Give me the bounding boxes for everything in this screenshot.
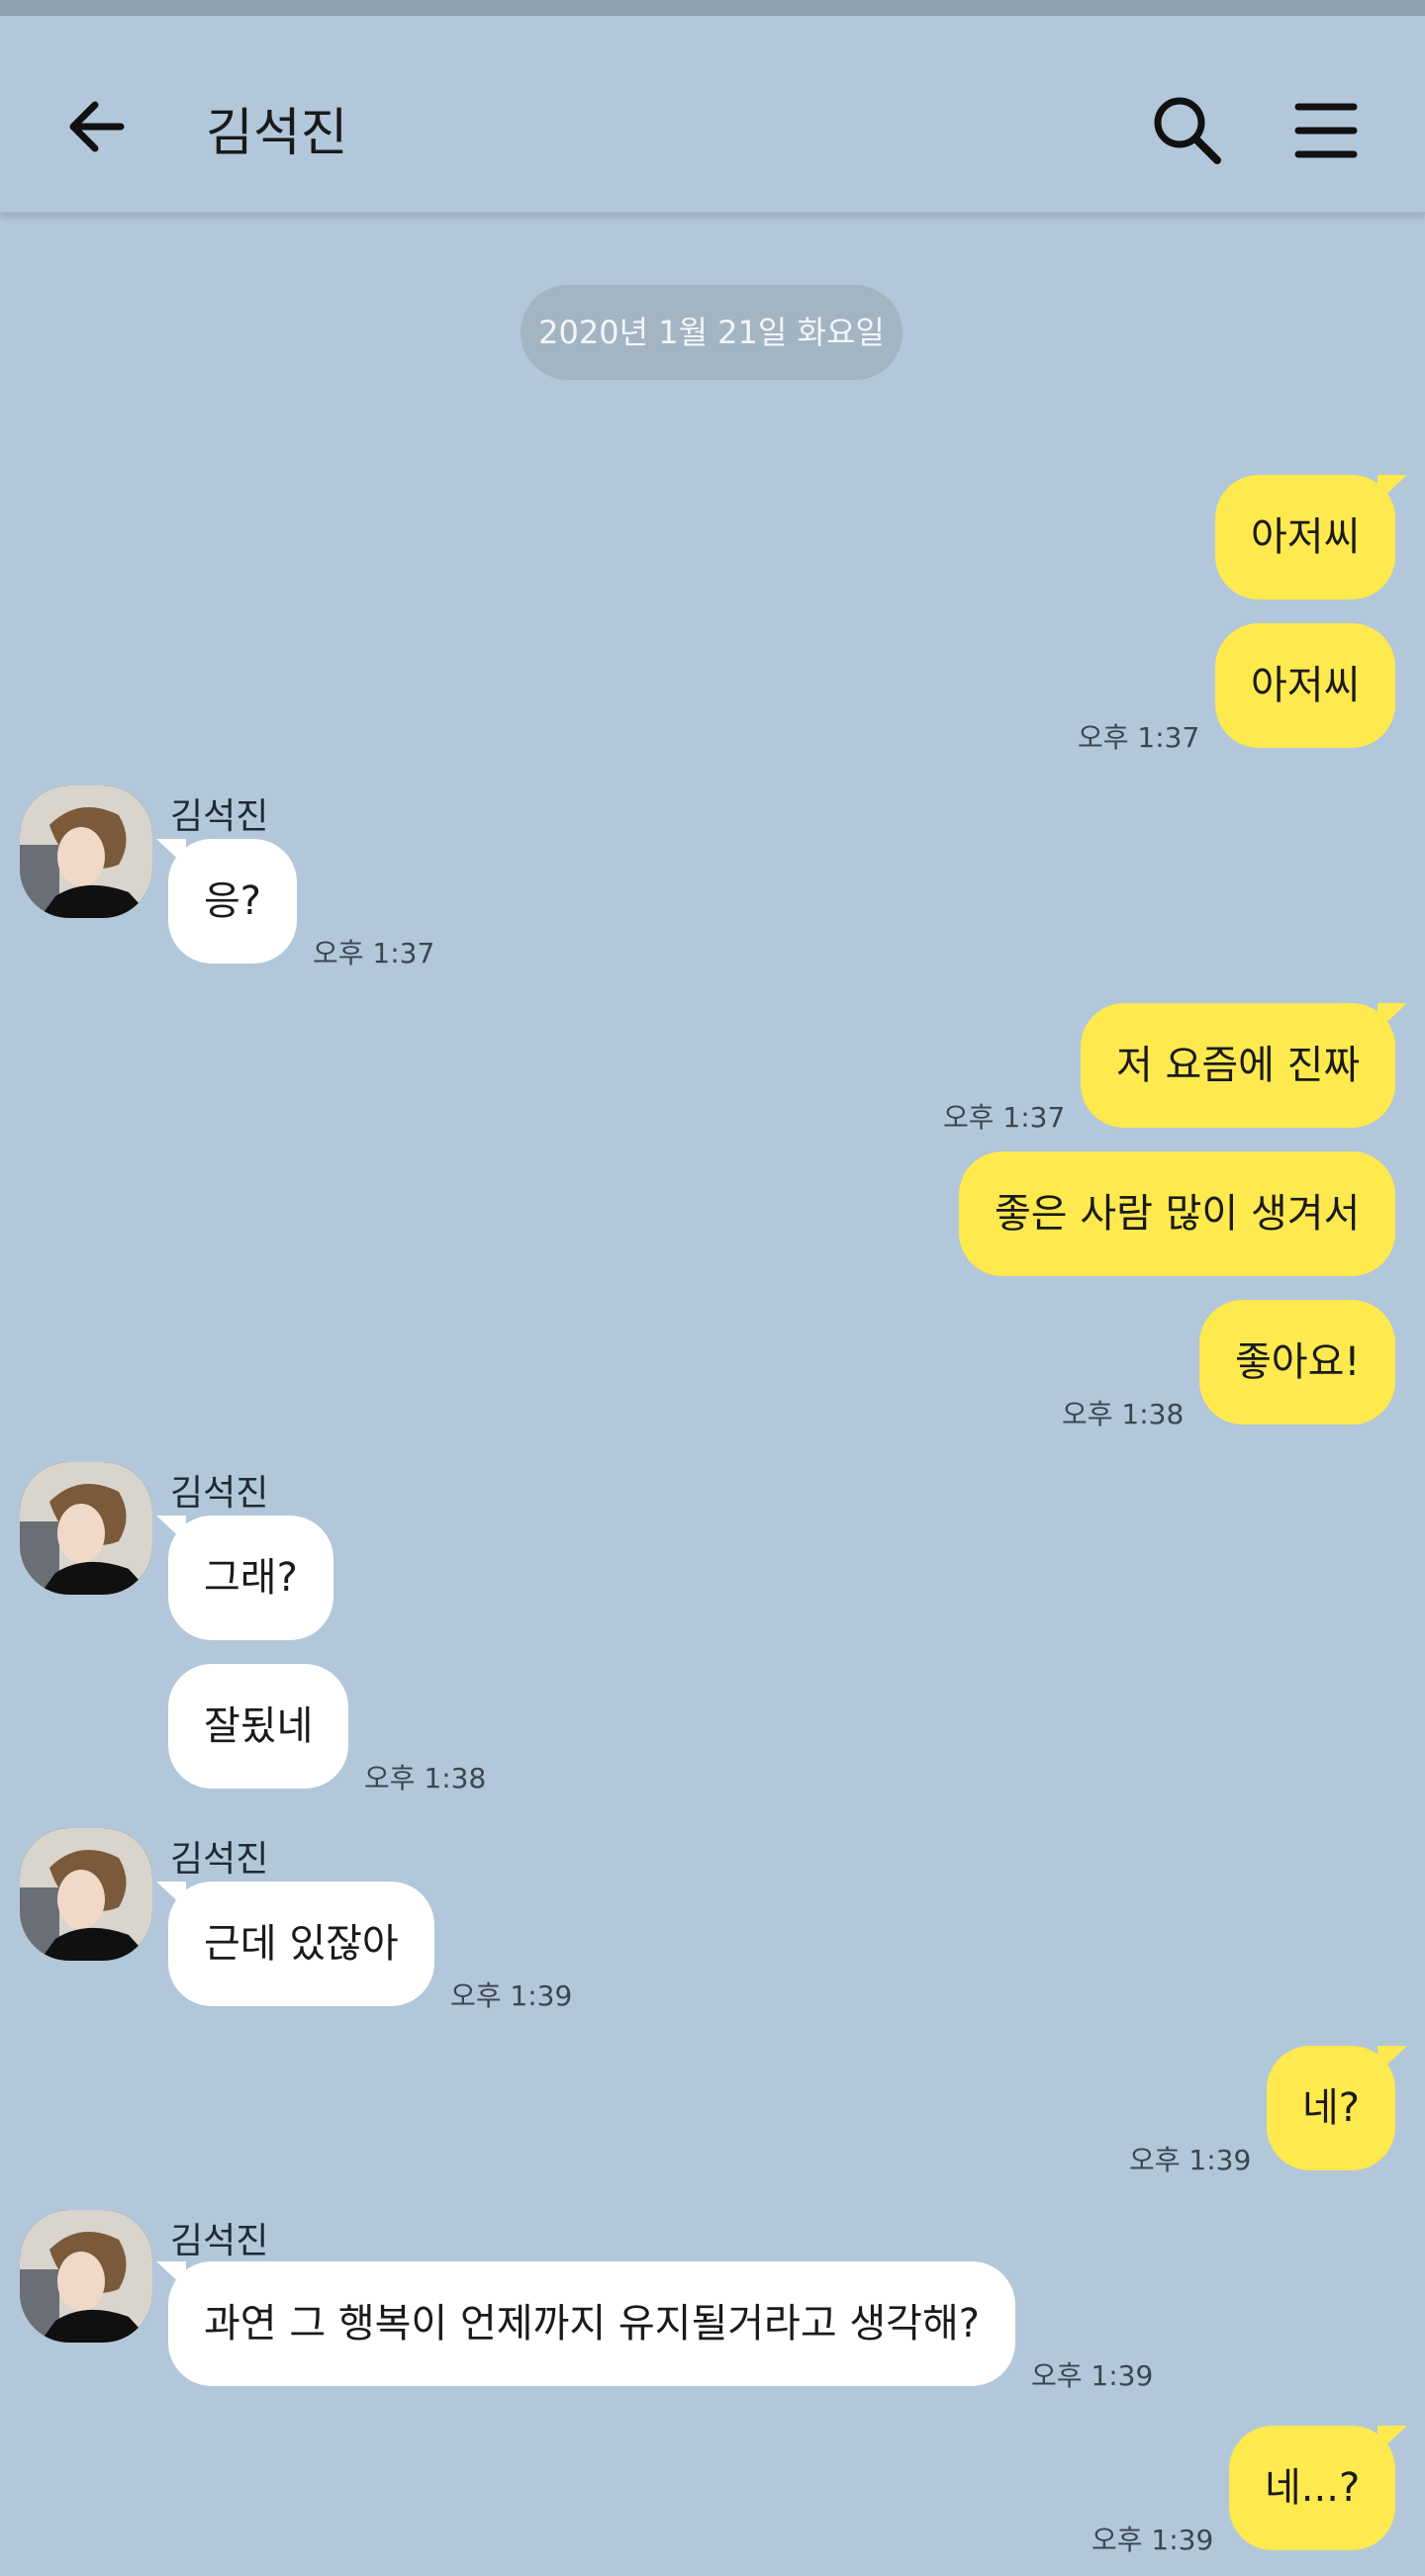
other-message-bubble[interactable]: 근데 있잖아 xyxy=(156,1882,434,2006)
message-time: 오후 1:39 xyxy=(1129,2144,1252,2176)
search-icon[interactable] xyxy=(1148,91,1227,170)
menu-icon[interactable] xyxy=(1286,91,1366,170)
other-message-bubble[interactable]: 그래? xyxy=(156,1516,333,1640)
sender-name: 김석진 xyxy=(170,796,269,837)
my-message-bubble[interactable]: 아저씨 xyxy=(1215,623,1396,748)
status-bar xyxy=(0,0,1425,16)
date-separator: 2020년 1월 21일 화요일 xyxy=(521,285,902,380)
sender-name: 김석진 xyxy=(170,1839,269,1880)
my-message-bubble[interactable]: 네? xyxy=(1267,2046,1408,2170)
message-time: 오후 1:39 xyxy=(1092,2524,1214,2556)
message-time: 오후 1:37 xyxy=(943,1101,1066,1134)
profile-photo-icon xyxy=(20,1828,152,1961)
profile-photo-icon xyxy=(20,785,152,918)
my-message-bubble[interactable]: 좋은 사람 많이 생겨서 xyxy=(959,1151,1396,1276)
my-message-bubble[interactable]: 네...? xyxy=(1229,2426,1408,2550)
my-message-bubble[interactable]: 아저씨 xyxy=(1215,475,1408,599)
chat-header: 김석진 xyxy=(0,16,1425,214)
profile-photo-icon xyxy=(20,1462,152,1595)
profile-photo-icon xyxy=(20,2210,152,2343)
message-time: 오후 1:37 xyxy=(313,937,435,969)
avatar[interactable] xyxy=(20,785,152,918)
my-message-bubble[interactable]: 저 요즘에 진짜 xyxy=(1081,1003,1408,1128)
avatar[interactable] xyxy=(20,1462,152,1595)
back-arrow-icon[interactable] xyxy=(61,87,141,166)
sender-name: 김석진 xyxy=(170,1473,269,1514)
avatar[interactable] xyxy=(20,2210,152,2343)
other-message-bubble[interactable]: 응? xyxy=(155,839,298,964)
my-message-bubble[interactable]: 좋아요! xyxy=(1199,1300,1396,1425)
sender-name: 김석진 xyxy=(170,2221,269,2261)
message-time: 오후 1:38 xyxy=(364,1762,487,1794)
message-time: 오후 1:39 xyxy=(1031,2359,1154,2392)
avatar[interactable] xyxy=(20,1828,152,1961)
chat-title: 김석진 xyxy=(206,104,348,163)
message-time: 오후 1:39 xyxy=(450,1979,573,2012)
other-message-bubble[interactable]: 과연 그 행복이 언제까지 유지될거라고 생각해? xyxy=(155,2261,1016,2386)
other-message-bubble[interactable]: 잘됬네 xyxy=(168,1664,349,1789)
message-time: 오후 1:37 xyxy=(1078,721,1200,754)
message-time: 오후 1:38 xyxy=(1062,1398,1185,1430)
